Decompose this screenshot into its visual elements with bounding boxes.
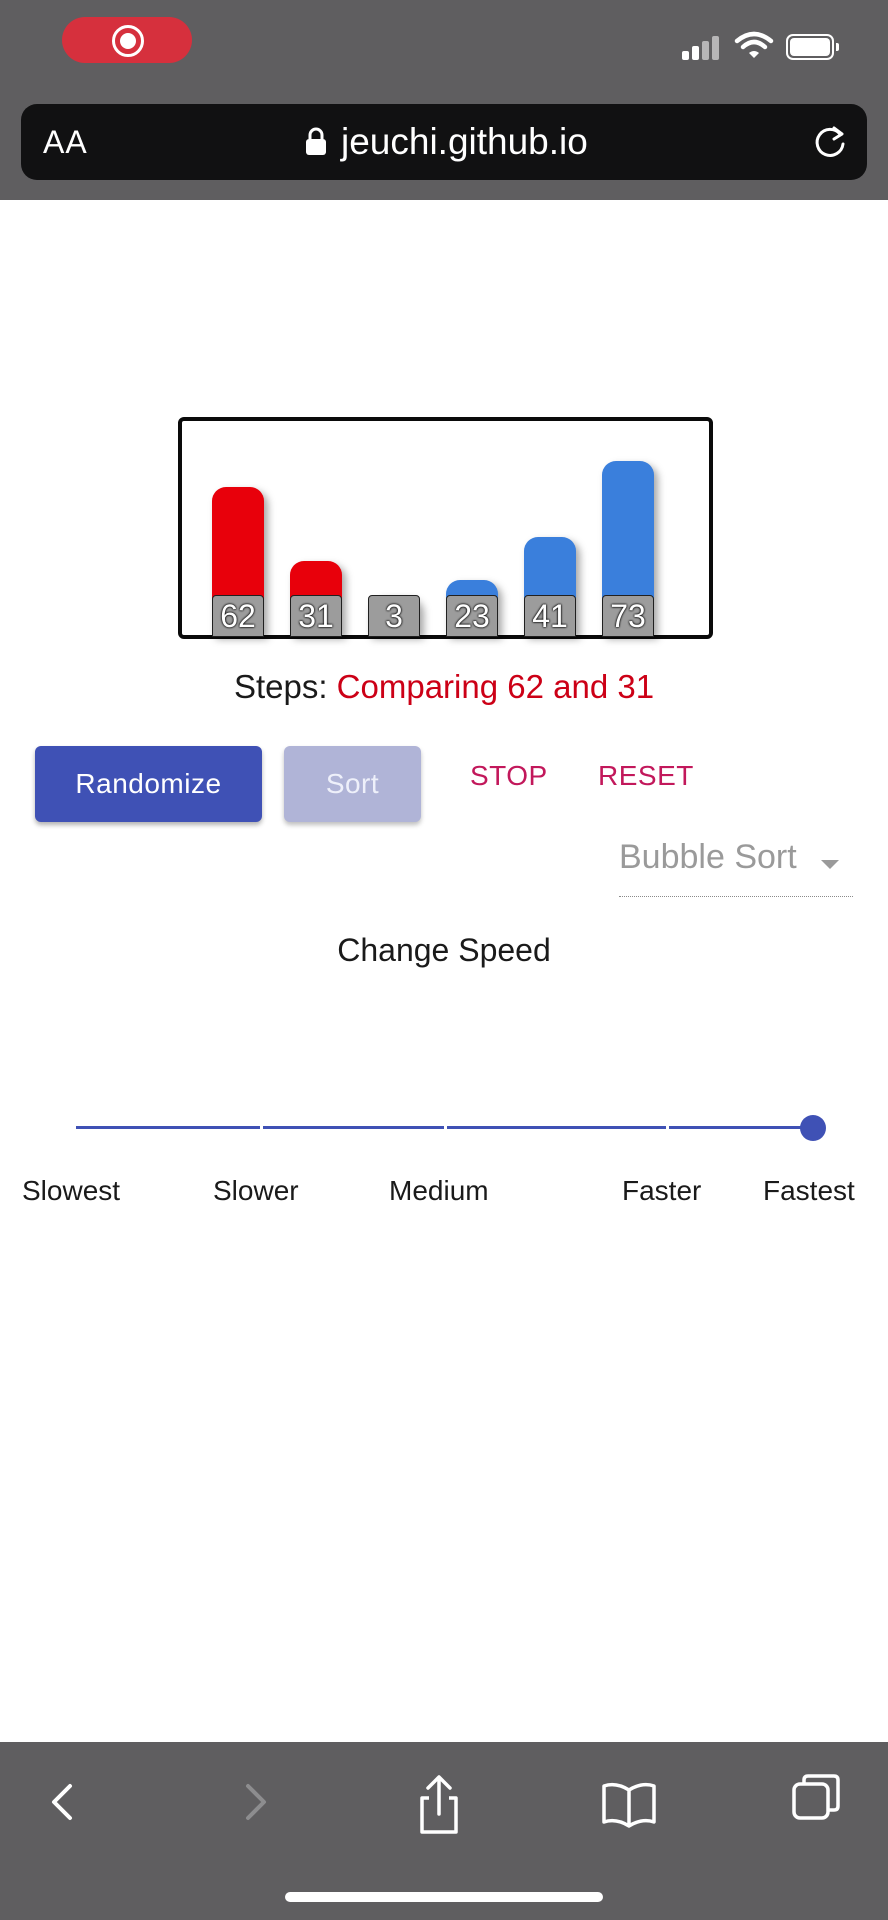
lock-icon bbox=[306, 127, 326, 155]
sort-button[interactable]: Sort bbox=[284, 746, 421, 822]
speed-label-slower[interactable]: Slower bbox=[213, 1175, 299, 1207]
back-icon[interactable] bbox=[42, 1772, 82, 1832]
share-icon[interactable] bbox=[414, 1772, 464, 1838]
speed-label-fastest[interactable]: Fastest bbox=[763, 1175, 855, 1207]
chart-bar-value-label: 23 bbox=[446, 595, 498, 637]
reload-icon[interactable] bbox=[810, 122, 850, 162]
speed-title: Change Speed bbox=[337, 932, 551, 968]
home-indicator bbox=[285, 1892, 603, 1902]
tabs-icon[interactable] bbox=[790, 1772, 844, 1832]
speed-slider-tick bbox=[666, 1125, 669, 1130]
address-bar[interactable]: AA jeuchi.github.io bbox=[21, 104, 867, 180]
forward-icon[interactable] bbox=[236, 1772, 276, 1832]
steps-status: Steps: Comparing 62 and 31 bbox=[0, 668, 888, 706]
reset-button[interactable]: RESET bbox=[598, 760, 694, 792]
speed-label-faster[interactable]: Faster bbox=[622, 1175, 701, 1207]
chart-bar-value-label: 31 bbox=[290, 595, 342, 637]
stop-button[interactable]: STOP bbox=[470, 760, 548, 792]
algorithm-select-value: Bubble Sort bbox=[619, 838, 797, 876]
speed-slider-thumb[interactable] bbox=[800, 1115, 826, 1141]
bookmarks-icon[interactable] bbox=[600, 1772, 658, 1832]
sorting-visualizer-chart: 62 31 3 23 41 73 bbox=[178, 417, 713, 639]
speed-label-slowest[interactable]: Slowest bbox=[22, 1175, 120, 1207]
chevron-down-icon bbox=[821, 860, 839, 869]
randomize-button[interactable]: Randomize bbox=[35, 746, 262, 822]
chart-bar-value-label: 73 bbox=[602, 595, 654, 637]
status-bar: AA jeuchi.github.io bbox=[0, 0, 888, 200]
wifi-icon bbox=[734, 31, 774, 58]
record-dot-icon bbox=[120, 33, 136, 49]
chart-bar-value-label: 62 bbox=[212, 595, 264, 637]
chart-bar-value-label: 3 bbox=[368, 595, 420, 637]
cellular-signal-icon bbox=[682, 34, 722, 60]
steps-message: Comparing 62 and 31 bbox=[336, 668, 655, 705]
steps-label: Steps: bbox=[233, 668, 328, 705]
speed-slider-tick bbox=[444, 1125, 447, 1130]
algorithm-select[interactable]: Bubble Sort bbox=[619, 838, 853, 897]
battery-icon bbox=[786, 34, 839, 60]
screen-recording-indicator[interactable] bbox=[62, 17, 192, 63]
url-domain[interactable]: jeuchi.github.io bbox=[341, 121, 588, 163]
speed-label-medium[interactable]: Medium bbox=[389, 1175, 489, 1207]
speed-slider-tick bbox=[260, 1125, 263, 1130]
reader-text-size-button[interactable]: AA bbox=[43, 124, 88, 161]
chart-bar-value-label: 41 bbox=[524, 595, 576, 637]
